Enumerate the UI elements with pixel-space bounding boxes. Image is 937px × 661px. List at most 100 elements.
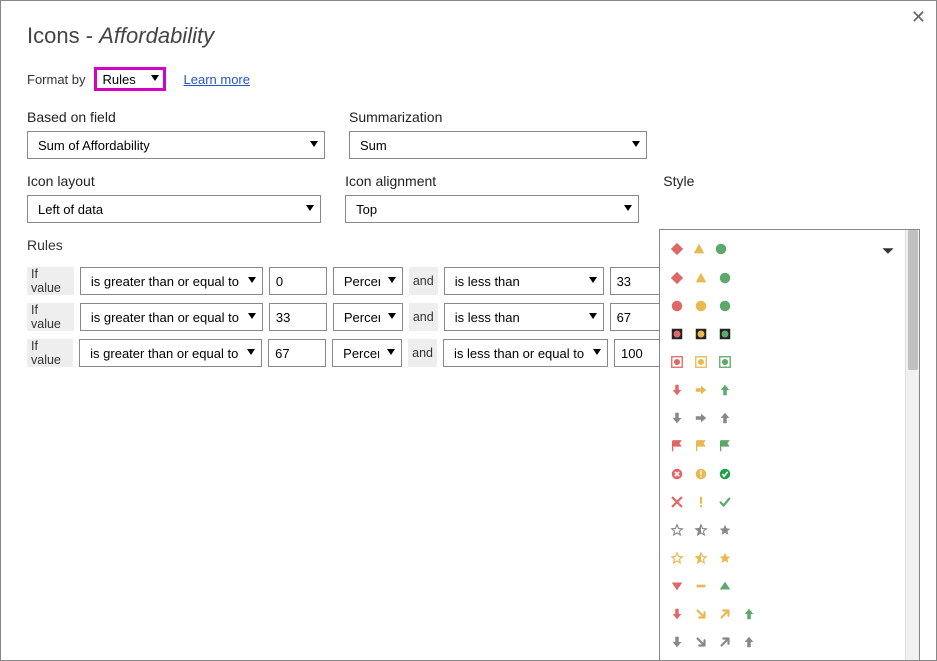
rule-value-2-input[interactable]	[610, 267, 662, 295]
check-green-icon	[718, 495, 732, 509]
chevron-down-icon	[881, 244, 895, 258]
rule-operator-1-select[interactable]: is greater than or equal to	[80, 267, 263, 295]
rule-value-1-input[interactable]	[268, 339, 326, 367]
icon-alignment-label: Icon alignment	[345, 173, 639, 189]
format-by-select[interactable]: Rules	[94, 67, 166, 91]
circle-yellow-icon	[694, 299, 708, 313]
rule-unit-select[interactable]: Percent	[333, 267, 403, 295]
tri-up-green-icon	[718, 579, 732, 593]
dash-yellow-icon	[694, 579, 708, 593]
style-dropdown-open	[659, 229, 920, 661]
summarization-select[interactable]: Sum	[349, 131, 647, 159]
traffic-green-icon	[718, 327, 732, 341]
x-circle-red-icon	[670, 467, 684, 481]
rule-value-1-input[interactable]	[269, 267, 327, 295]
arrow-dr-yellow-icon	[694, 607, 708, 621]
style-option[interactable]	[670, 376, 899, 404]
style-options-list	[670, 264, 899, 661]
arrow-right-gray-icon	[694, 411, 708, 425]
rule-value-1-input[interactable]	[269, 303, 327, 331]
based-on-field-label: Based on field	[27, 109, 325, 125]
rule-value-2-input[interactable]	[610, 303, 662, 331]
style-option[interactable]	[670, 628, 899, 656]
style-option[interactable]	[670, 600, 899, 628]
style-option[interactable]	[670, 516, 899, 544]
flag-yellow-icon	[694, 439, 708, 453]
traffic-yellow-icon	[694, 327, 708, 341]
traffic-red-icon	[670, 327, 684, 341]
based-on-field-select[interactable]: Sum of Affordability	[27, 131, 325, 159]
triangle-yellow-icon	[694, 271, 708, 285]
rule-operator-1-select[interactable]: is greater than or equal to	[79, 339, 262, 367]
ring-yellow-icon	[694, 355, 708, 369]
style-option[interactable]	[670, 292, 899, 320]
style-option[interactable]	[670, 320, 899, 348]
diamond-red-icon	[670, 242, 684, 256]
arrow-up-gray-icon	[718, 411, 732, 425]
close-icon[interactable]: ✕	[911, 7, 926, 28]
and-label: and	[409, 303, 438, 331]
flag-red-icon	[670, 439, 684, 453]
ring-green-icon	[718, 355, 732, 369]
star-solid-yellow-icon	[718, 551, 732, 565]
star-solid-gray-icon	[718, 523, 732, 537]
if-value-label: If value	[27, 339, 73, 367]
flag-green-icon	[718, 439, 732, 453]
x-red-icon	[670, 495, 684, 509]
diamond-red-icon	[670, 271, 684, 285]
style-option[interactable]	[670, 404, 899, 432]
check-circle-green-icon	[718, 467, 732, 481]
circle-red-icon	[670, 299, 684, 313]
arrow-ur-gray-icon	[718, 635, 732, 649]
format-by-row: Format by Rules Learn more	[27, 67, 910, 91]
ring-red-icon	[670, 355, 684, 369]
learn-more-link[interactable]: Learn more	[184, 72, 250, 87]
rule-unit-select[interactable]: Percent	[333, 303, 403, 331]
icon-layout-select[interactable]: Left of data	[27, 195, 321, 223]
style-label: Style	[663, 173, 910, 189]
star-half-gray-icon	[694, 523, 708, 537]
dialog-title: Icons - Affordability	[27, 23, 910, 49]
scrollbar[interactable]	[905, 230, 919, 661]
title-field-name: Affordability	[99, 23, 214, 48]
circle-green-icon	[718, 271, 732, 285]
arrow-up-green-icon	[718, 383, 732, 397]
arrow-up-green-icon	[742, 607, 756, 621]
circle-green-icon	[714, 242, 728, 256]
summarization-label: Summarization	[349, 109, 647, 125]
style-option[interactable]	[670, 460, 899, 488]
icon-alignment-select[interactable]: Top	[345, 195, 639, 223]
bang-yellow-icon	[694, 495, 708, 509]
arrow-ur-yellow-icon	[718, 607, 732, 621]
icon-layout-label: Icon layout	[27, 173, 321, 189]
arrow-down-gray-icon	[670, 411, 684, 425]
tri-down-red-icon	[670, 579, 684, 593]
scrollbar-thumb[interactable]	[908, 230, 918, 370]
star-half-yellow-icon	[694, 551, 708, 565]
arrow-down-red-icon	[670, 607, 684, 621]
rule-operator-2-select[interactable]: is less than	[444, 267, 604, 295]
style-option[interactable]	[670, 432, 899, 460]
rule-operator-2-select[interactable]: is less than	[444, 303, 604, 331]
rule-operator-1-select[interactable]: is greater than or equal to	[80, 303, 263, 331]
icons-conditional-formatting-dialog: ✕ Icons - Affordability Format by Rules …	[0, 0, 937, 661]
triangle-yellow-icon	[692, 242, 706, 256]
arrow-right-yellow-icon	[694, 383, 708, 397]
circle-green-icon	[718, 299, 732, 313]
style-option[interactable]	[670, 572, 899, 600]
style-selected-row[interactable]	[670, 238, 899, 260]
style-option[interactable]	[670, 544, 899, 572]
and-label: and	[409, 267, 438, 295]
arrow-down-gray-icon	[670, 635, 684, 649]
style-option[interactable]	[670, 348, 899, 376]
star-outline-yellow-icon	[670, 551, 684, 565]
arrow-dr-gray-icon	[694, 635, 708, 649]
style-option[interactable]	[670, 656, 899, 661]
style-option[interactable]	[670, 488, 899, 516]
if-value-label: If value	[27, 303, 74, 331]
warn-circle-yellow-icon	[694, 467, 708, 481]
style-option[interactable]	[670, 264, 899, 292]
rule-operator-2-select[interactable]: is less than or equal to	[443, 339, 608, 367]
arrow-up-gray-icon	[742, 635, 756, 649]
rule-unit-select[interactable]: Percent	[332, 339, 402, 367]
